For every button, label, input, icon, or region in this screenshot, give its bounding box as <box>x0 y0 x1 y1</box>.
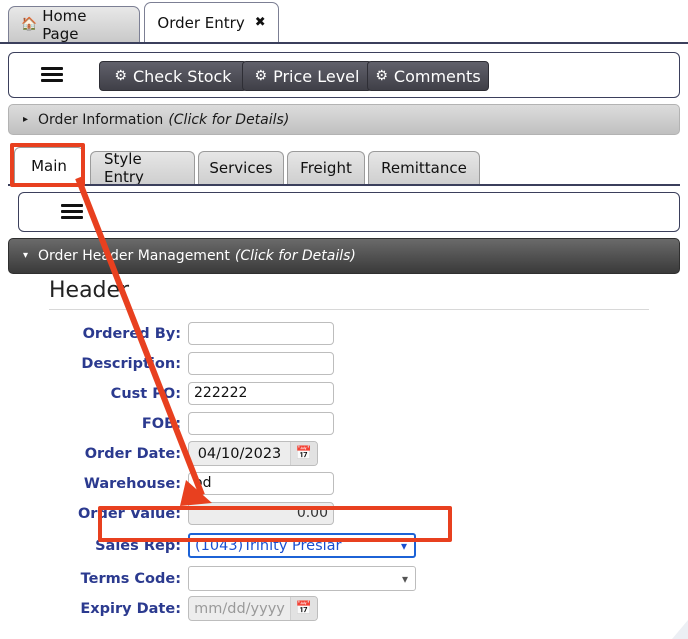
tab-services[interactable]: Services <box>198 151 284 184</box>
browser-tab-strip: 🏠 Home Page Order Entry ✖ <box>0 0 688 44</box>
form-row-order-date: Order Date: 04/10/2023 📅 <box>18 440 680 467</box>
browser-tab-order-entry-label: Order Entry <box>157 13 245 32</box>
chevron-right-icon: ▸ <box>23 113 29 125</box>
tab-remittance-label: Remittance <box>381 159 467 177</box>
expiry-date-label: Expiry Date: <box>80 600 181 617</box>
terms-code-label: Terms Code: <box>80 570 181 587</box>
hamburger-icon[interactable] <box>41 67 63 83</box>
comments-button-label: Comments <box>393 66 481 86</box>
price-level-button-label: Price Level <box>273 66 360 86</box>
calendar-icon[interactable]: 📅 <box>290 597 317 620</box>
order-header-management-hint: (Click for Details) <box>234 248 356 264</box>
chevron-down-icon: ▾ <box>401 571 408 586</box>
tab-main[interactable]: Main <box>14 147 84 184</box>
ordered-by-label: Ordered By: <box>82 325 181 342</box>
form-row-order-value: Order Value: 0.00 <box>18 500 680 527</box>
form-row-cust-po: Cust PO: 222222 <box>18 380 680 407</box>
sales-rep-label: Sales Rep: <box>95 537 181 554</box>
order-header-management-title: Order Header Management <box>38 248 230 264</box>
title-divider <box>49 309 649 310</box>
form-row-fob: FOB: <box>18 410 680 437</box>
price-level-button[interactable]: ⚙ Price Level <box>242 61 372 91</box>
expiry-date-field[interactable]: mm/dd/yyyy 📅 <box>188 596 318 621</box>
screenshot-root: 🏠 Home Page Order Entry ✖ ⚙ Check Stock … <box>0 0 688 639</box>
header-toolbar-panel <box>18 192 680 232</box>
close-icon[interactable]: ✖ <box>255 15 266 30</box>
form-row-expiry-date: Expiry Date: mm/dd/yyyy 📅 <box>18 595 680 622</box>
browser-tab-order-entry[interactable]: Order Entry ✖ <box>144 2 279 42</box>
order-value-readonly: 0.00 <box>188 502 334 525</box>
sales-rep-value: (1043)Trinity Preslar <box>195 537 342 554</box>
warehouse-label: Warehouse: <box>83 475 181 492</box>
calendar-icon[interactable]: 📅 <box>290 442 317 465</box>
form-row-warehouse: Warehouse: od <box>18 470 680 497</box>
tab-main-label: Main <box>31 157 67 175</box>
form-row-terms-code: Terms Code: ▾ <box>18 565 680 592</box>
hamburger-icon[interactable] <box>61 204 83 220</box>
tab-remittance[interactable]: Remittance <box>368 151 480 184</box>
browser-tab-home-page-label: Home Page <box>42 6 87 43</box>
order-entry-toolbar-panel: ⚙ Check Stock ⚙ Price Level ⚙ Comments <box>8 52 680 98</box>
check-stock-button-label: Check Stock <box>132 66 232 86</box>
warehouse-input[interactable]: od <box>188 472 334 495</box>
order-information-hint: (Click for Details) <box>168 111 290 128</box>
gear-icon: ⚙ <box>254 68 268 84</box>
tab-freight[interactable]: Freight <box>287 151 365 184</box>
order-information-title: Order Information <box>38 111 164 128</box>
order-date-value: 04/10/2023 <box>197 445 282 462</box>
tab-freight-label: Freight <box>300 159 352 177</box>
gear-icon: ⚙ <box>114 68 127 84</box>
description-input[interactable] <box>188 352 334 375</box>
check-stock-button[interactable]: ⚙ Check Stock <box>99 61 247 91</box>
ordered-by-input[interactable] <box>188 322 334 345</box>
form-row-sales-rep: Sales Rep: (1043)Trinity Preslar ▾ <box>18 532 680 559</box>
form-row-description: Description: <box>18 350 680 377</box>
home-icon: 🏠 <box>21 17 38 32</box>
tab-style-entry[interactable]: Style Entry <box>90 150 195 186</box>
chevron-down-icon: ▾ <box>23 250 29 261</box>
order-value-label: Order Value: <box>77 505 181 522</box>
order-header-management-accordion[interactable]: ▾ Order Header Management (Click for Det… <box>8 238 680 274</box>
fob-label: FOB: <box>141 415 181 432</box>
header-form: Header Ordered By: Description: Cust PO:… <box>18 278 680 625</box>
cust-po-label: Cust PO: <box>110 385 181 402</box>
expiry-date-placeholder: mm/dd/yyyy <box>194 600 285 617</box>
browser-tab-home-page[interactable]: 🏠 Home Page <box>8 6 140 43</box>
fob-input[interactable] <box>188 412 334 435</box>
order-date-label: Order Date: <box>84 445 181 462</box>
entity-tab-bar: Main Style Entry Services Freight Remitt… <box>8 143 680 186</box>
description-label: Description: <box>81 355 181 372</box>
order-information-accordion[interactable]: ▸ Order Information (Click for Details) <box>8 104 680 135</box>
order-date-field[interactable]: 04/10/2023 📅 <box>188 441 318 466</box>
sales-rep-select[interactable]: (1043)Trinity Preslar ▾ <box>188 533 416 558</box>
tab-services-label: Services <box>209 159 273 177</box>
gear-icon: ⚙ <box>375 68 388 84</box>
comments-button[interactable]: ⚙ Comments <box>367 61 489 91</box>
cust-po-input[interactable]: 222222 <box>188 382 334 405</box>
terms-code-select[interactable]: ▾ <box>188 566 416 591</box>
page-title: Header <box>49 278 130 303</box>
chevron-down-icon: ▾ <box>400 538 407 553</box>
tab-style-entry-label: Style Entry <box>104 150 144 186</box>
form-row-ordered-by: Ordered By: <box>18 320 680 347</box>
